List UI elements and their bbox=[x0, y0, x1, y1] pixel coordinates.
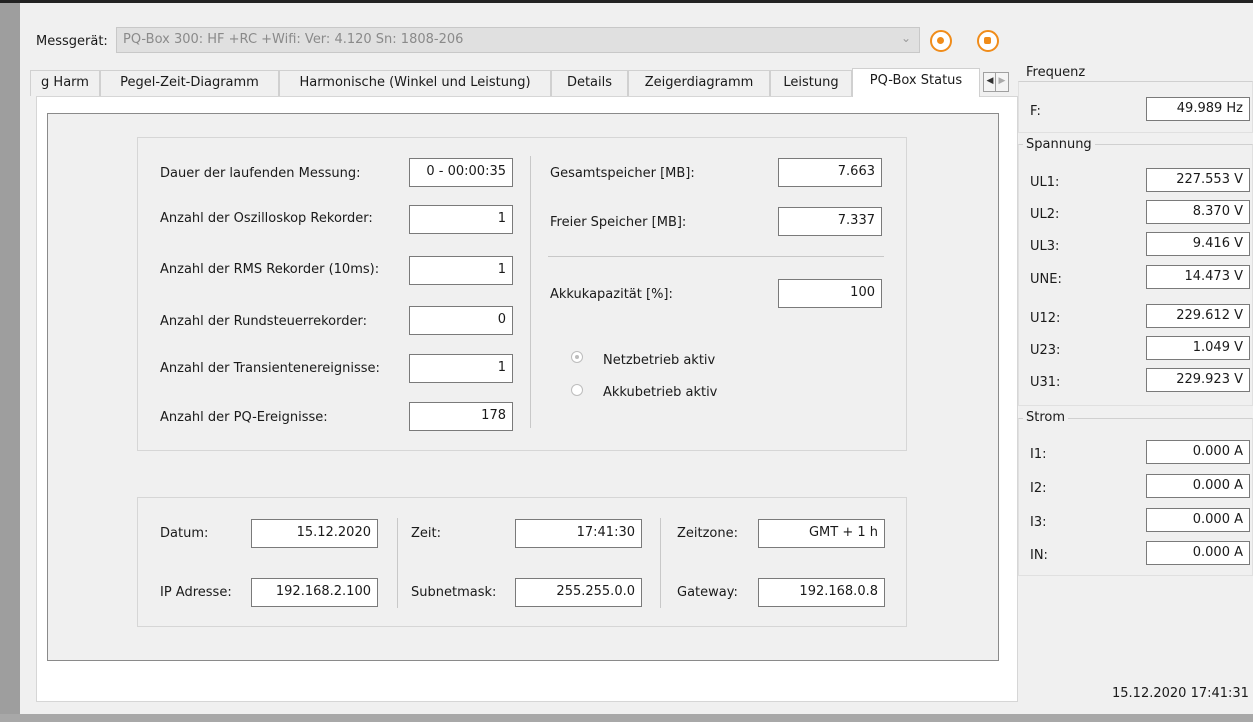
current-field-in: 0.000 A bbox=[1146, 541, 1250, 565]
current-label-in: IN: bbox=[1030, 548, 1048, 563]
device-select[interactable]: PQ-Box 300: HF +RC +Wifi: Ver: 4.120 Sn:… bbox=[116, 27, 920, 53]
tab-leistung[interactable]: Leistung bbox=[770, 70, 852, 96]
duration-field: 0 - 00:00:35 bbox=[409, 158, 513, 187]
voltage-field-ul2: 8.370 V bbox=[1146, 200, 1250, 224]
free-memory-label: Freier Speicher [MB]: bbox=[550, 215, 687, 230]
voltage-field-ul1: 227.553 V bbox=[1146, 168, 1250, 192]
total-memory-field: 7.663 bbox=[778, 158, 882, 187]
current-field-i2: 0.000 A bbox=[1146, 474, 1250, 498]
frequency-label: F: bbox=[1030, 104, 1041, 119]
current-label-i1: I1: bbox=[1030, 447, 1047, 462]
battery-capacity-label: Akkukapazität [%]: bbox=[550, 287, 673, 302]
frequency-title: Frequenz bbox=[1023, 65, 1089, 80]
chevron-down-icon: ⌄ bbox=[900, 31, 911, 45]
tab-harmonische[interactable]: Harmonische (Winkel und Leistung) bbox=[279, 70, 551, 96]
tab-label: Harmonische (Winkel und Leistung) bbox=[299, 75, 531, 90]
memory-divider bbox=[548, 256, 884, 257]
mains-operation-radio[interactable] bbox=[571, 351, 583, 363]
tab-label: Zeigerdiagramm bbox=[644, 75, 754, 90]
duration-label: Dauer der laufenden Messung: bbox=[160, 166, 361, 181]
pq-events-label: Anzahl der PQ-Ereignisse: bbox=[160, 410, 328, 425]
rms-recorder-label: Anzahl der RMS Rekorder (10ms): bbox=[160, 262, 380, 277]
transient-events-field: 1 bbox=[409, 354, 513, 383]
network-divider-2 bbox=[660, 518, 661, 608]
gateway-label: Gateway: bbox=[677, 585, 738, 600]
voltage-label-u12: U12: bbox=[1030, 311, 1061, 326]
bottom-frame-bar bbox=[0, 714, 1253, 722]
voltage-label-ul1: UL1: bbox=[1030, 175, 1060, 190]
current-label-i3: I3: bbox=[1030, 515, 1047, 530]
voltage-label-u31: U31: bbox=[1030, 375, 1061, 390]
tab-scroll-right-icon[interactable]: ▶ bbox=[995, 72, 1009, 92]
voltage-label-ul2: UL2: bbox=[1030, 207, 1060, 222]
oscilloscope-recorder-field: 1 bbox=[409, 205, 513, 234]
free-memory-field: 7.337 bbox=[778, 207, 882, 236]
tab-zeigerdiagramm[interactable]: Zeigerdiagramm bbox=[628, 70, 770, 96]
voltage-label-une: UNE: bbox=[1030, 272, 1062, 287]
ripple-control-recorder-field: 0 bbox=[409, 306, 513, 335]
voltage-label-ul3: UL3: bbox=[1030, 239, 1060, 254]
tab-details[interactable]: Details bbox=[551, 70, 628, 96]
date-label: Datum: bbox=[160, 526, 209, 541]
battery-capacity-field: 100 bbox=[778, 279, 882, 308]
timezone-field: GMT + 1 h bbox=[758, 519, 885, 548]
tab-label: PQ-Box Status bbox=[869, 73, 963, 88]
ripple-control-recorder-label: Anzahl der Rundsteuerrekorder: bbox=[160, 314, 367, 329]
time-field: 17:41:30 bbox=[515, 519, 642, 548]
subnet-mask-field: 255.255.0.0 bbox=[515, 578, 642, 607]
battery-operation-radio[interactable] bbox=[571, 384, 583, 396]
rms-recorder-field: 1 bbox=[409, 256, 513, 285]
tab-pegel-zeit-diagramm[interactable]: Pegel-Zeit-Diagramm bbox=[100, 70, 279, 96]
timezone-label: Zeitzone: bbox=[677, 526, 739, 541]
current-label-i2: I2: bbox=[1030, 481, 1047, 496]
tab-strip: g Harm Pegel-Zeit-Diagramm Harmonische (… bbox=[30, 68, 1009, 97]
voltage-field-u31: 229.923 V bbox=[1146, 368, 1250, 392]
subnet-mask-label: Subnetmask: bbox=[411, 585, 497, 600]
voltage-title: Spannung bbox=[1023, 137, 1095, 152]
voltage-field-une: 14.473 V bbox=[1146, 265, 1250, 289]
frequency-field: 49.989 Hz bbox=[1146, 97, 1250, 121]
status-bar-datetime: 15.12.2020 17:41:31 bbox=[1112, 686, 1249, 701]
voltage-label-u23: U23: bbox=[1030, 343, 1061, 358]
mains-operation-label: Netzbetrieb aktiv bbox=[603, 353, 716, 368]
stop-button[interactable] bbox=[977, 30, 999, 52]
device-select-value: PQ-Box 300: HF +RC +Wifi: Ver: 4.120 Sn:… bbox=[123, 32, 464, 47]
gateway-field: 192.168.0.8 bbox=[758, 578, 885, 607]
record-button[interactable] bbox=[930, 30, 952, 52]
transient-events-label: Anzahl der Transientenereignisse: bbox=[160, 361, 380, 376]
network-divider-1 bbox=[397, 518, 398, 608]
date-field: 15.12.2020 bbox=[251, 519, 378, 548]
left-frame-bar bbox=[0, 3, 20, 722]
voltage-field-u23: 1.049 V bbox=[1146, 336, 1250, 360]
ip-address-field: 192.168.2.100 bbox=[251, 578, 378, 607]
pq-events-field: 178 bbox=[409, 402, 513, 431]
voltage-field-u12: 229.612 V bbox=[1146, 304, 1250, 328]
tab-pq-box-status[interactable]: PQ-Box Status bbox=[852, 68, 980, 97]
network-settings-group bbox=[137, 497, 907, 627]
battery-operation-label: Akkubetrieb aktiv bbox=[603, 385, 718, 400]
tab-label: Pegel-Zeit-Diagramm bbox=[120, 75, 259, 90]
tab-harm[interactable]: g Harm bbox=[30, 70, 100, 96]
voltage-field-ul3: 9.416 V bbox=[1146, 232, 1250, 256]
current-field-i1: 0.000 A bbox=[1146, 440, 1250, 464]
time-label: Zeit: bbox=[411, 526, 441, 541]
current-field-i3: 0.000 A bbox=[1146, 508, 1250, 532]
device-label: Messgerät: bbox=[36, 34, 108, 49]
current-title: Strom bbox=[1023, 410, 1069, 425]
group-divider bbox=[530, 156, 531, 428]
tab-label: Details bbox=[566, 75, 613, 90]
oscilloscope-recorder-label: Anzahl der Oszilloskop Rekorder: bbox=[160, 211, 373, 226]
tab-label: g Harm bbox=[41, 75, 89, 90]
total-memory-label: Gesamtspeicher [MB]: bbox=[550, 166, 695, 181]
ip-address-label: IP Adresse: bbox=[160, 585, 232, 600]
tab-label: Leistung bbox=[783, 75, 839, 90]
